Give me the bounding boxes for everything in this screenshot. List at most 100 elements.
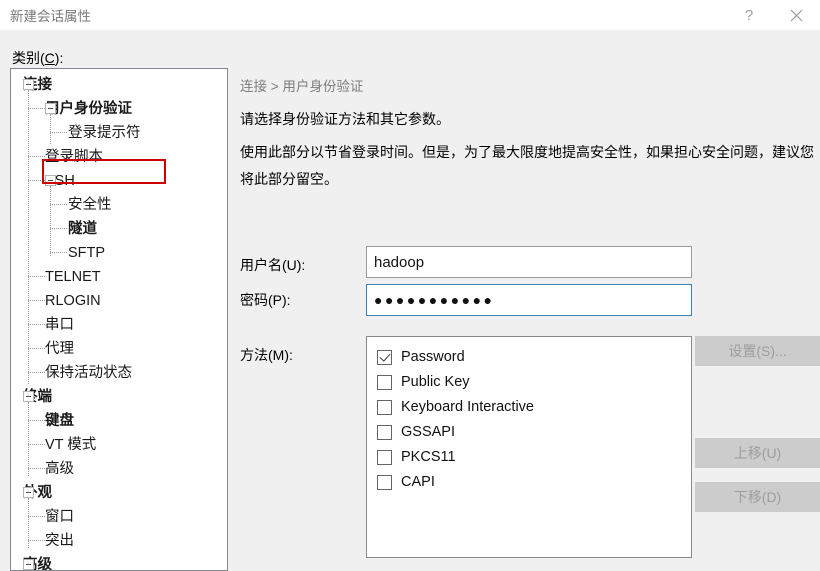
breadcrumb: 连接 > 用户身份验证 [240, 79, 364, 94]
tree-item-keepalive[interactable]: 保持活动状态 [11, 361, 227, 385]
tree-connector-line [50, 186, 51, 256]
password-input[interactable] [366, 284, 692, 316]
close-glyph [790, 9, 802, 21]
method-option-label: PKCS11 [401, 449, 456, 466]
method-checkbox-pkcs11[interactable]: PKCS11 [377, 445, 691, 470]
tree-item-keyboard[interactable]: 键盘 [11, 409, 227, 433]
move-down-button[interactable]: 下移(D) [695, 482, 820, 512]
tree-item-label: SFTP [68, 244, 106, 261]
tree-connector-line [28, 402, 29, 476]
tree-item-rlogin[interactable]: RLOGIN [11, 289, 227, 313]
tree-item-window[interactable]: 窗口 [11, 505, 227, 529]
tree-item-label: 突出 [45, 532, 74, 549]
tree-item-ssh[interactable]: SSH [11, 169, 227, 193]
method-checkbox-gssapi[interactable]: GSSAPI [377, 420, 691, 445]
method-option-label: GSSAPI [401, 424, 455, 441]
tree-connector-line [28, 516, 45, 517]
tree-item-proxy[interactable]: 代理 [11, 337, 227, 361]
tree-item-label: 窗口 [45, 508, 74, 525]
category-label-suffix: ): [54, 50, 64, 66]
checkbox-unchecked-icon[interactable] [377, 400, 392, 415]
checkbox-checked-icon[interactable] [377, 350, 392, 365]
tree-expander-collapse-icon[interactable] [45, 103, 56, 114]
tree-item-label: 高级 [45, 460, 74, 477]
tree-item-vt-mode[interactable]: VT 模式 [11, 433, 227, 457]
tree-item-label: VT 模式 [45, 436, 97, 453]
tree-item-label: TELNET [45, 268, 101, 285]
method-option-label: Password [401, 349, 465, 366]
settings-button[interactable]: 设置(S)... [695, 336, 820, 366]
tree-item-serial[interactable]: 串口 [11, 313, 227, 337]
help-question-icon[interactable]: ? [726, 0, 772, 30]
tree-item-label: 隧道 [68, 220, 97, 237]
window-titlebar: 新建会话属性 ? [0, 0, 820, 30]
tree-connector-line [28, 468, 45, 469]
password-label: 密码(P): [240, 292, 291, 308]
tree-item-label: 串口 [45, 316, 74, 333]
method-option-label: Keyboard Interactive [401, 399, 534, 416]
tree-connector-line [28, 324, 45, 325]
tree-connector-line [28, 372, 45, 373]
tree-item-terminal[interactable]: 终端 [11, 385, 227, 409]
tree-expander-collapse-icon[interactable] [23, 559, 34, 570]
category-label-accel: C [44, 50, 55, 66]
tree-item-sftp[interactable]: SFTP [11, 241, 227, 265]
method-checkbox-keyboard-interactive[interactable]: Keyboard Interactive [377, 395, 691, 420]
method-option-label: Public Key [401, 374, 470, 391]
tree-item-security[interactable]: 安全性 [11, 193, 227, 217]
checkbox-unchecked-icon[interactable] [377, 425, 392, 440]
dialog-content: 类别(C): 连接用户身份验证登录提示符登录脚本 SSH 安全性隧道 SFTP TELN… [0, 30, 820, 571]
settings-pane: 连接 > 用户身份验证 请选择身份验证方法和其它参数。 使用此部分以节省登录时间… [240, 68, 820, 571]
tree-connector-line [50, 204, 67, 205]
tree-connector-line [50, 114, 51, 144]
method-checkbox-password[interactable]: Password [377, 345, 691, 370]
tree-item-label: 用户身份验证 [45, 100, 132, 117]
tree-connector-line [28, 156, 45, 157]
close-icon[interactable] [772, 0, 820, 30]
tree-expander-collapse-icon[interactable] [23, 391, 34, 402]
checkbox-unchecked-icon[interactable] [377, 475, 392, 490]
tree-connector-line [50, 132, 67, 133]
method-checkbox-public-key[interactable]: Public Key [377, 370, 691, 395]
tree-item-telnet[interactable]: TELNET [11, 265, 227, 289]
tree-connector-line [28, 90, 29, 384]
category-label-prefix: 类别( [12, 50, 45, 66]
tree-expander-collapse-icon[interactable] [23, 79, 34, 90]
checkbox-unchecked-icon[interactable] [377, 375, 392, 390]
checkbox-unchecked-icon[interactable] [377, 450, 392, 465]
tree-item-terminal-advanced[interactable]: 高级 [11, 457, 227, 481]
tree-connector-line [28, 540, 45, 541]
move-up-button[interactable]: 上移(U) [695, 438, 820, 468]
method-checkbox-capi[interactable]: CAPI [377, 470, 691, 495]
tree-item-connection[interactable]: 连接 [11, 73, 227, 97]
tree-item-appearance[interactable]: 外观 [11, 481, 227, 505]
tree-expander-collapse-icon[interactable] [45, 175, 56, 186]
tree-item-tunnel[interactable]: 隧道 [11, 217, 227, 241]
tree-item-label: 登录提示符 [68, 124, 141, 141]
method-label: 方法(M): [240, 347, 293, 363]
category-tree-panel[interactable]: 连接用户身份验证登录提示符登录脚本 SSH 安全性隧道 SFTP TELNET RLOGI… [10, 68, 228, 571]
username-label: 用户名(U): [240, 257, 306, 273]
window-title: 新建会话属性 [10, 9, 91, 24]
help-glyph: ? [744, 6, 754, 24]
description-line-1: 请选择身份验证方法和其它参数。 [240, 111, 450, 127]
tree-expander-collapse-icon[interactable] [23, 487, 34, 498]
tree-item-label: 安全性 [68, 196, 112, 213]
tree-connector-line [28, 420, 45, 421]
tree-connector-line [28, 300, 45, 301]
tree-item-label: 保持活动状态 [45, 364, 132, 381]
method-list[interactable]: Password Public Key Keyboard Interactive GS… [366, 336, 692, 558]
description-line-2: 使用此部分以节省登录时间。但是，为了最大限度地提高安全性，如果担心安全问题，建议… [240, 144, 814, 187]
tree-item-advanced[interactable]: 高级 [11, 553, 227, 570]
tree-item-login-script[interactable]: 登录脚本 [11, 145, 227, 169]
tree-item-login-prompt[interactable]: 登录提示符 [11, 121, 227, 145]
username-input[interactable] [366, 246, 692, 278]
tree-item-label: RLOGIN [45, 292, 101, 309]
tree-connector-line [28, 348, 45, 349]
tree-connector-line [50, 252, 67, 253]
tree-item-highlight[interactable]: 突出 [11, 529, 227, 553]
tree-connector-line [28, 108, 45, 109]
tree-item-label: 键盘 [45, 412, 74, 429]
tree-item-user-auth[interactable]: 用户身份验证 [11, 97, 227, 121]
category-label: 类别(C): [12, 48, 63, 68]
